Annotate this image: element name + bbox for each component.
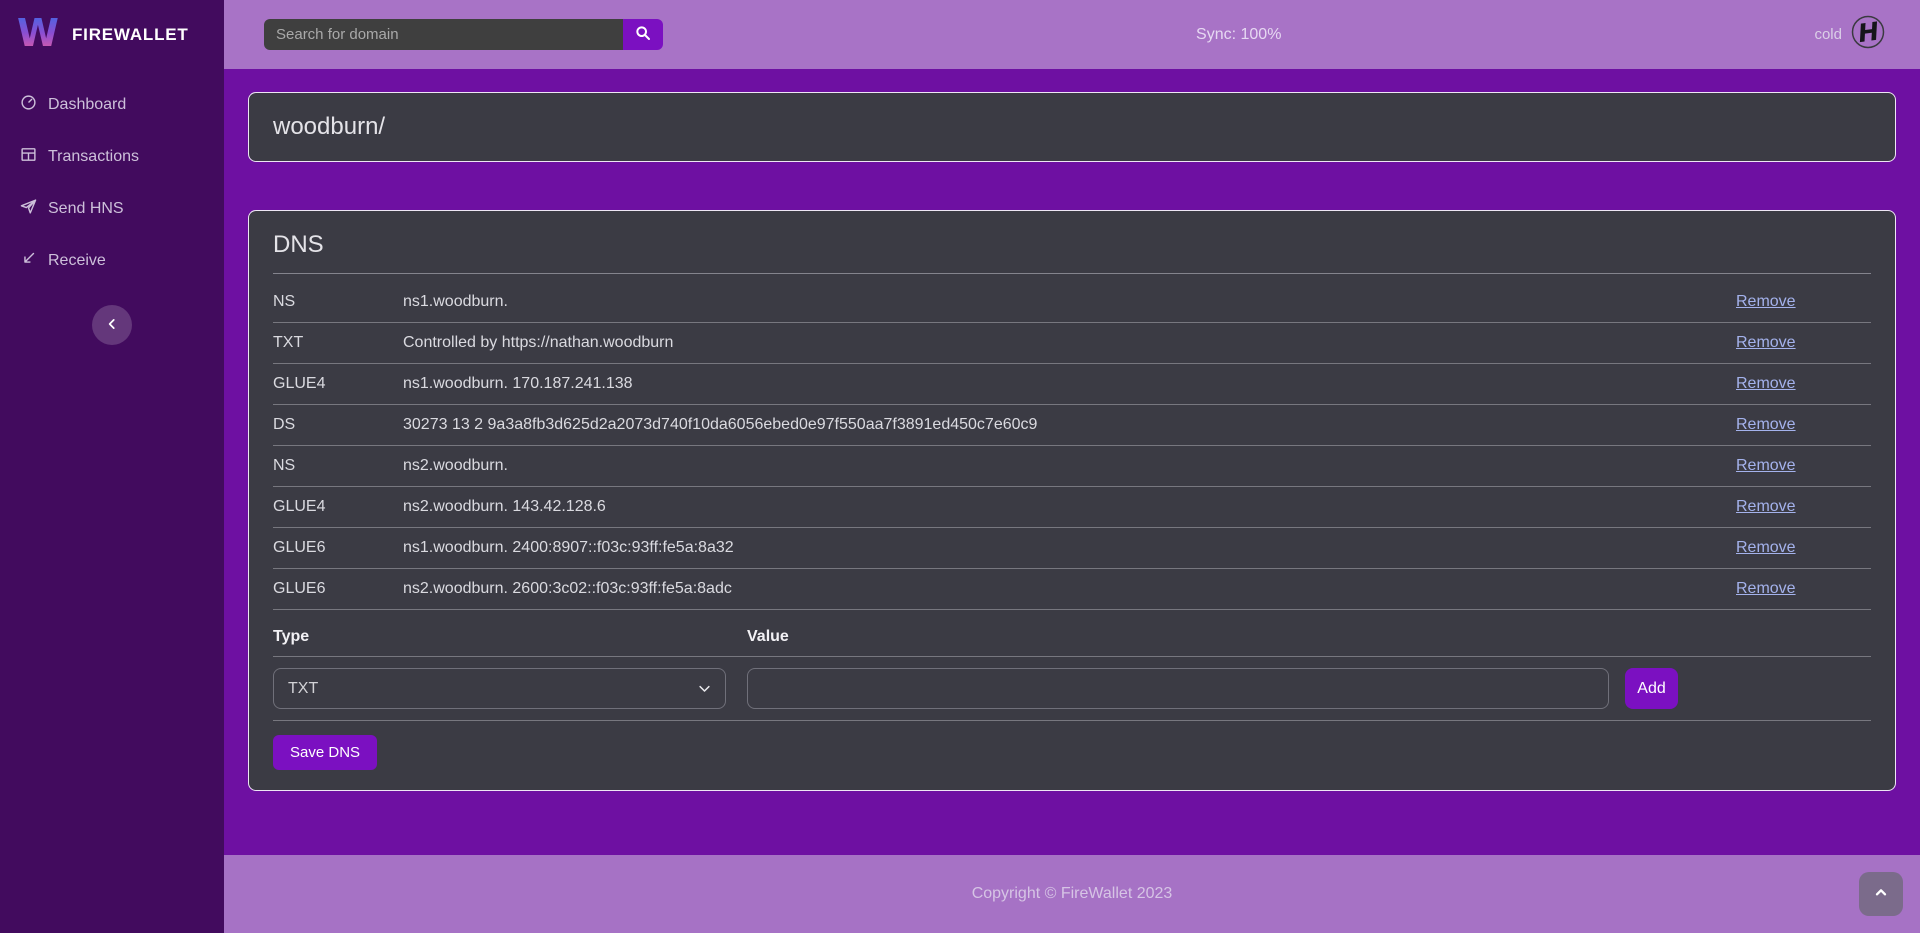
- sidebar-menu: Dashboard Transactions Send HNS: [0, 69, 224, 287]
- record-type: NS: [273, 457, 403, 475]
- save-dns-button[interactable]: Save DNS: [273, 735, 377, 770]
- sidebar: W FIREWALLET Dashboard: [0, 0, 224, 933]
- type-column-header: Type: [273, 628, 747, 646]
- record-value: ns2.woodburn. 2600:3c02::f03c:93ff:fe5a:…: [403, 580, 1736, 598]
- transactions-icon: [20, 146, 37, 168]
- receive-icon: [20, 250, 37, 272]
- sidebar-item-transactions[interactable]: Transactions: [0, 131, 224, 183]
- record-type: GLUE6: [273, 539, 403, 557]
- sidebar-item-label: Receive: [48, 252, 106, 270]
- remove-record-link[interactable]: Remove: [1736, 293, 1871, 311]
- record-value: ns1.woodburn. 170.187.241.138: [403, 375, 1736, 393]
- svg-text:W: W: [17, 11, 59, 54]
- brand-name: FIREWALLET: [72, 25, 189, 45]
- remove-record-link[interactable]: Remove: [1736, 375, 1871, 393]
- record-value: ns1.woodburn.: [403, 293, 1736, 311]
- sidebar-item-receive[interactable]: Receive: [0, 235, 224, 287]
- content-area: woodburn/ DNS NS ns1.woodburn. Remove TX…: [224, 69, 1920, 855]
- dns-card: DNS NS ns1.woodburn. Remove TXT Controll…: [248, 210, 1896, 791]
- add-record-header: Type Value: [273, 610, 1871, 657]
- record-type: GLUE6: [273, 580, 403, 598]
- svg-text:H: H: [1856, 17, 1881, 49]
- dashboard-icon: [20, 94, 37, 116]
- handshake-icon[interactable]: H: [1851, 15, 1885, 54]
- domain-search: [264, 19, 663, 50]
- record-value: ns1.woodburn. 2400:8907::f03c:93ff:fe5a:…: [403, 539, 1736, 557]
- send-icon: [20, 198, 37, 220]
- firewallet-w-logo-icon: W: [16, 10, 60, 59]
- app-window: W FIREWALLET Dashboard: [0, 0, 1920, 933]
- dns-record-row: GLUE6 ns2.woodburn. 2600:3c02::f03c:93ff…: [273, 569, 1871, 610]
- sidebar-item-label: Dashboard: [48, 96, 126, 114]
- record-type: GLUE4: [273, 498, 403, 516]
- remove-record-link[interactable]: Remove: [1736, 457, 1871, 475]
- remove-record-link[interactable]: Remove: [1736, 416, 1871, 434]
- sidebar-item-dashboard[interactable]: Dashboard: [0, 79, 224, 131]
- sync-status: Sync: 100%: [1196, 26, 1281, 44]
- dns-record-row: GLUE4 ns2.woodburn. 143.42.128.6 Remove: [273, 487, 1871, 528]
- search-input[interactable]: [264, 19, 623, 50]
- chevron-left-icon: [105, 317, 119, 334]
- record-value: ns2.woodburn.: [403, 457, 1736, 475]
- copyright-text: Copyright © FireWallet 2023: [972, 885, 1173, 903]
- dns-record-row: GLUE4 ns1.woodburn. 170.187.241.138 Remo…: [273, 364, 1871, 405]
- sidebar-collapse-button[interactable]: [92, 305, 132, 345]
- add-record-button[interactable]: Add: [1625, 668, 1678, 709]
- dns-record-row: GLUE6 ns1.woodburn. 2400:8907::f03c:93ff…: [273, 528, 1871, 569]
- dns-records-table: NS ns1.woodburn. Remove TXT Controlled b…: [273, 282, 1871, 610]
- wallet-indicator: cold H: [1814, 15, 1885, 54]
- dns-record-row: NS ns1.woodburn. Remove: [273, 282, 1871, 323]
- record-type-select[interactable]: TXT: [273, 668, 726, 709]
- remove-record-link[interactable]: Remove: [1736, 334, 1871, 352]
- record-type: GLUE4: [273, 375, 403, 393]
- remove-record-link[interactable]: Remove: [1736, 498, 1871, 516]
- search-icon: [635, 25, 651, 44]
- search-button[interactable]: [623, 19, 663, 50]
- record-type: TXT: [273, 334, 403, 352]
- record-value: 30273 13 2 9a3a8fb3d625d2a2073d740f10da6…: [403, 416, 1736, 434]
- record-type: NS: [273, 293, 403, 311]
- domain-card: woodburn/: [248, 92, 1896, 162]
- top-navbar: Sync: 100% cold H: [224, 0, 1920, 69]
- page-title: woodburn/: [273, 113, 1871, 141]
- scroll-to-top-button[interactable]: [1859, 872, 1903, 916]
- dns-record-row: DS 30273 13 2 9a3a8fb3d625d2a2073d740f10…: [273, 405, 1871, 446]
- record-value-input[interactable]: [747, 668, 1609, 709]
- add-record-form: TXT Add: [273, 657, 1871, 721]
- main-column: Sync: 100% cold H woodburn/ DN: [224, 0, 1920, 933]
- sidebar-item-label: Transactions: [48, 148, 139, 166]
- record-value: ns2.woodburn. 143.42.128.6: [403, 498, 1736, 516]
- sidebar-item-label: Send HNS: [48, 200, 124, 218]
- sidebar-item-send-hns[interactable]: Send HNS: [0, 183, 224, 235]
- dns-record-row: TXT Controlled by https://nathan.woodbur…: [273, 323, 1871, 364]
- dns-card-title: DNS: [273, 231, 1871, 274]
- brand[interactable]: W FIREWALLET: [0, 0, 224, 69]
- chevron-up-icon: [1873, 885, 1889, 904]
- remove-record-link[interactable]: Remove: [1736, 580, 1871, 598]
- dns-record-row: NS ns2.woodburn. Remove: [273, 446, 1871, 487]
- wallet-name: cold: [1814, 26, 1842, 43]
- page-footer: Copyright © FireWallet 2023: [224, 855, 1920, 933]
- record-value: Controlled by https://nathan.woodburn: [403, 334, 1736, 352]
- remove-record-link[interactable]: Remove: [1736, 539, 1871, 557]
- record-type: DS: [273, 416, 403, 434]
- value-column-header: Value: [747, 628, 1871, 646]
